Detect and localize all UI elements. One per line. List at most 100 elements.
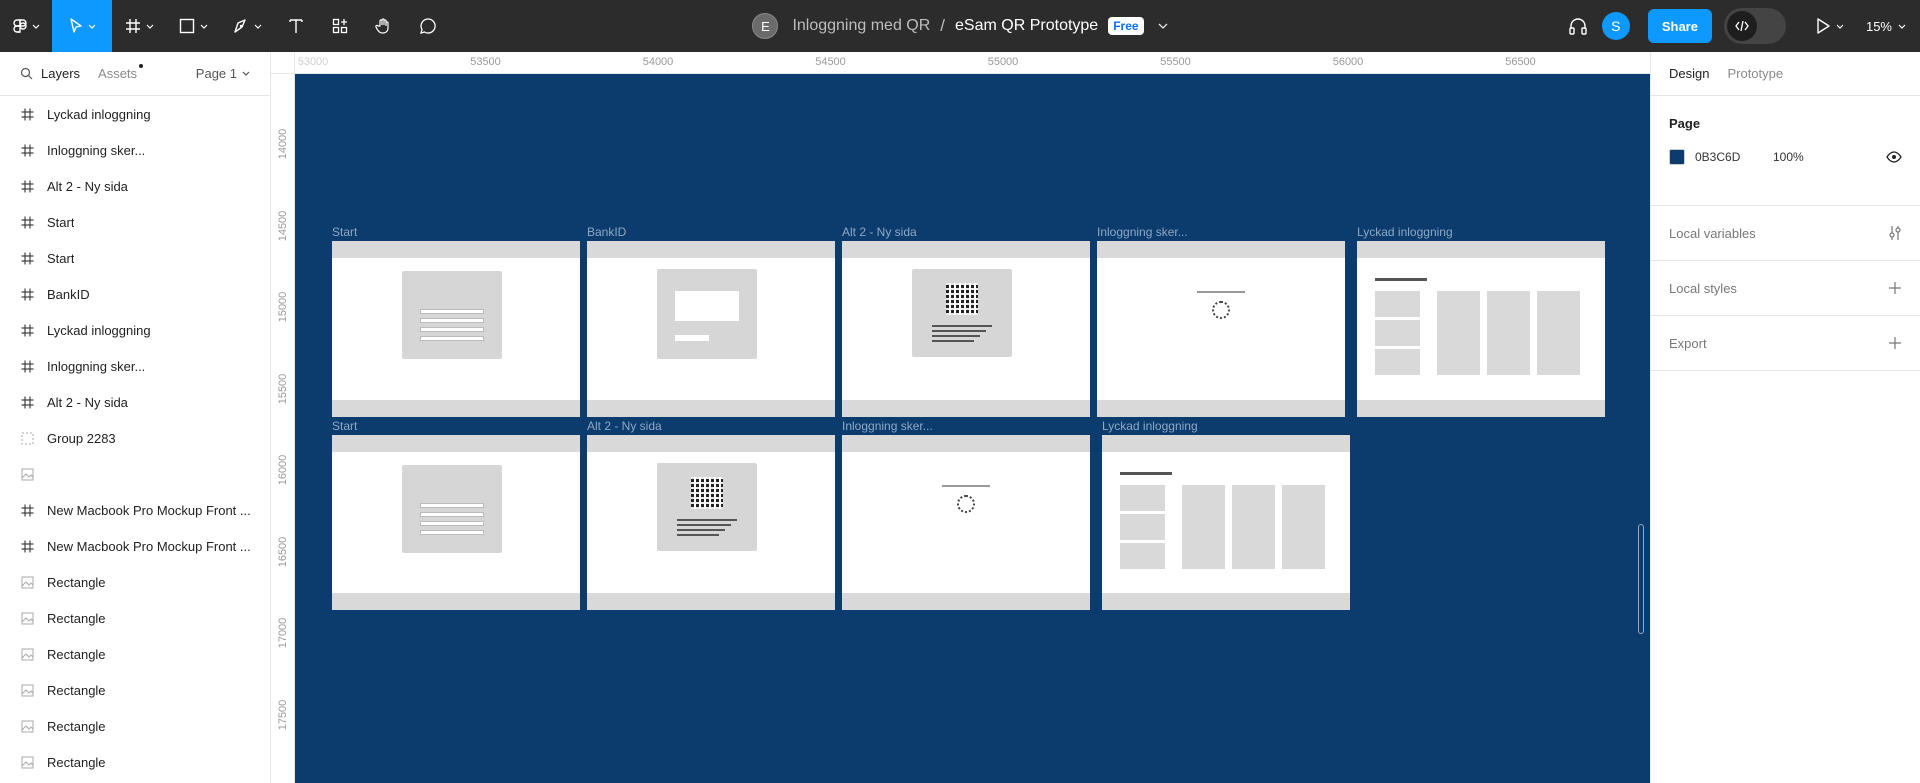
frame[interactable] [587,435,835,610]
content-column [1232,485,1275,569]
eye-icon[interactable] [1886,151,1902,163]
team-avatar[interactable]: E [752,13,779,39]
instruction-line [677,519,737,521]
layer-item-label: Rectangle [47,718,106,734]
frame-header-bar [587,241,835,258]
layer-item-label: Rectangle [47,574,106,590]
frame-label[interactable]: Start [332,419,357,433]
hand-icon [375,18,389,34]
plan-badge[interactable]: Free [1108,17,1144,35]
frame-label[interactable]: Inloggning sker... [842,419,933,433]
welcome-text-line [1375,278,1427,281]
login-option [420,336,484,341]
layer-item[interactable]: Start [0,204,270,240]
user-avatar[interactable]: S [1601,12,1630,40]
frame[interactable] [842,241,1090,417]
frame-label[interactable]: Start [332,225,357,239]
layer-item[interactable]: Alt 2 - Ny sida [0,168,270,204]
frame-label[interactable]: Alt 2 - Ny sida [842,225,917,239]
frame-label[interactable]: Inloggning sker... [1097,225,1188,239]
frame[interactable] [587,241,835,417]
tab-prototype[interactable]: Prototype [1727,66,1783,81]
page-color-swatch[interactable] [1669,149,1685,165]
file-name[interactable]: eSam QR Prototype [955,17,1098,35]
layer-item[interactable]: Rectangle [0,564,270,600]
layer-item[interactable]: New Macbook Pro Mockup Front ... [0,528,270,564]
main-menu-button[interactable] [0,0,52,52]
text-tool-button[interactable] [274,0,318,52]
present-button[interactable] [1816,18,1844,34]
loading-text-line [942,485,990,487]
layer-item[interactable] [0,456,270,492]
layer-item[interactable]: Rectangle [0,636,270,672]
frame[interactable] [842,435,1090,610]
shape-tool-button[interactable] [166,0,220,52]
frame[interactable] [332,435,580,610]
layer-item[interactable]: Rectangle [0,744,270,780]
frame[interactable] [1097,241,1345,417]
layer-item[interactable]: New Macbook Pro Mockup Front ... [0,492,270,528]
comment-tool-button[interactable] [406,0,450,52]
content-column [1437,291,1480,375]
local-variables-section[interactable]: Local variables [1651,206,1920,261]
layer-item[interactable]: Alt 2 - Ny sida [0,384,270,420]
frame[interactable] [332,241,580,417]
frame-label[interactable]: Alt 2 - Ny sida [587,419,662,433]
instruction-line [932,325,992,327]
plus-icon[interactable] [1888,336,1902,350]
tab-assets[interactable]: Assets [98,64,144,81]
canvas[interactable]: 53000 53500 54000 54500 55000 55500 56000 56500… [271,52,1650,783]
layer-item[interactable]: Rectangle [0,672,270,708]
layer-item[interactable]: Rectangle [0,600,270,636]
share-button[interactable]: Share [1647,9,1712,43]
frame[interactable] [1357,241,1605,417]
move-tool-button[interactable] [52,0,112,52]
frame-label[interactable]: Lyckad inloggning [1102,419,1198,433]
layer-item[interactable]: BankID [0,276,270,312]
layer-item[interactable]: Inloggning sker... [0,348,270,384]
qr-card [912,269,1012,357]
page-color-hex[interactable]: 0B3C6D [1695,150,1773,164]
frame-label[interactable]: BankID [587,225,626,239]
layer-item[interactable]: Rectangle [0,708,270,744]
tab-layers[interactable]: Layers [41,66,80,81]
frame-label[interactable]: Lyckad inloggning [1357,225,1453,239]
ruler-tick-label: 56500 [1505,56,1536,68]
layer-item[interactable]: Group 2283 [0,420,270,456]
frame-footer-bar [332,400,580,417]
properties-panel: Design Prototype Page 0B3C6D 100% Local … [1650,52,1920,783]
pen-tool-button[interactable] [220,0,274,52]
zoom-dropdown[interactable]: 15% [1866,19,1906,34]
page-selector[interactable]: Page 1 [196,66,250,81]
hand-tool-button[interactable] [362,0,406,52]
ruler-tick-label: 53500 [470,56,501,68]
frame-tool-button[interactable] [112,0,166,52]
plus-icon[interactable] [1888,281,1902,295]
layer-item[interactable]: Inloggning sker... [0,132,270,168]
canvas-page[interactable]: Start BankID Alt 2 - Ny sida Inloggning ske… [295,74,1650,783]
layer-item[interactable]: Lyckad inloggning [0,312,270,348]
headphones-icon[interactable] [1568,17,1588,35]
qr-instructions [677,519,737,539]
layer-item[interactable]: Start [0,240,270,276]
export-section[interactable]: Export [1651,316,1920,371]
frame-icon [20,395,34,409]
sliders-icon[interactable] [1888,225,1902,241]
qr-instructions [932,325,992,345]
login-options [420,309,484,345]
layer-item-label: Alt 2 - Ny sida [47,178,128,194]
layer-item[interactable]: Lyckad inloggning [0,96,270,132]
local-styles-section[interactable]: Local styles [1651,261,1920,316]
chevron-down-icon [32,24,39,29]
page-color-opacity[interactable]: 100% [1773,150,1804,164]
frame[interactable] [1102,435,1350,610]
chevron-down-icon[interactable] [1158,23,1168,29]
team-name[interactable]: Inloggning med QR [792,17,930,35]
dev-mode-toggle[interactable] [1723,8,1786,44]
tab-design[interactable]: Design [1669,66,1709,81]
canvas-scrollbar[interactable] [1638,524,1644,634]
frame-footer-bar [587,400,835,417]
frame-header-bar [332,241,580,258]
search-icon[interactable] [20,67,33,80]
components-tool-button[interactable] [318,0,362,52]
